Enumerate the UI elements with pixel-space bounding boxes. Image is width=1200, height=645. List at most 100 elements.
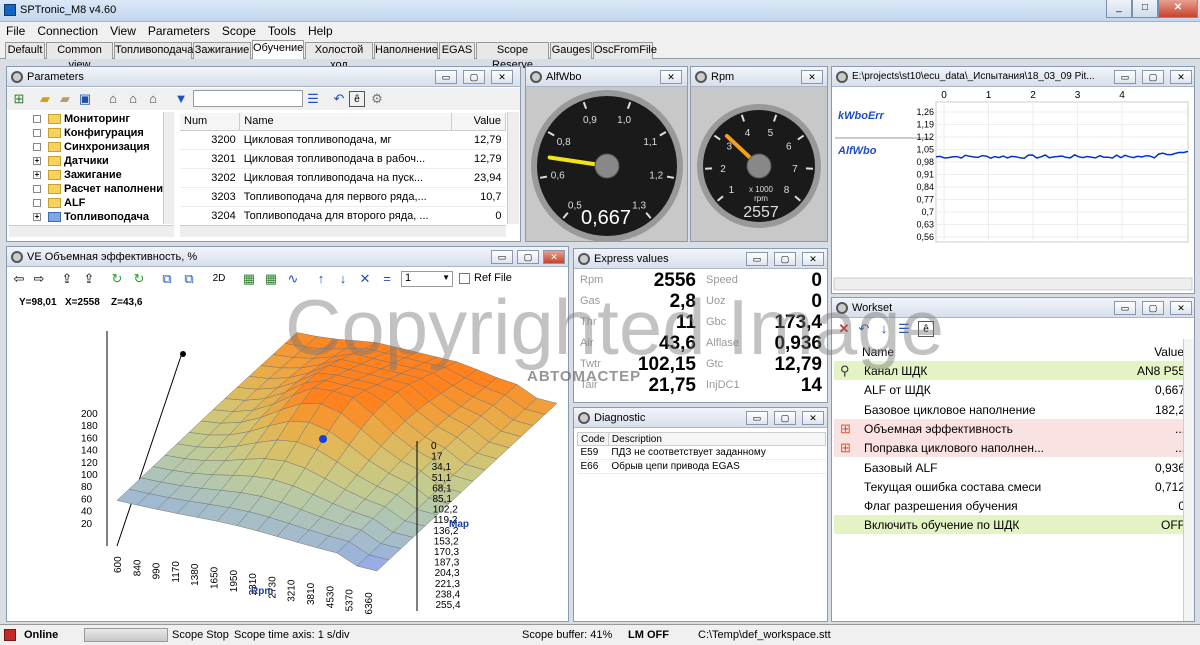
undo-icon[interactable]: ↶ <box>856 321 872 337</box>
folder-icon[interactable]: ▰ <box>57 91 73 107</box>
table-hscrollbar[interactable] <box>180 225 506 237</box>
workset-row[interactable]: ⚲ Канал ШДК AN8 P55 <box>834 361 1191 380</box>
refresh-all-icon[interactable]: ↻ <box>131 271 147 287</box>
open-folder-icon[interactable]: ▰ <box>37 91 53 107</box>
panel-close-button[interactable]: ✕ <box>543 250 565 264</box>
panel-minimize-button[interactable]: ▭ <box>746 411 768 425</box>
2d-button[interactable]: 2D <box>207 271 231 287</box>
tab-egas[interactable]: EGAS <box>439 42 475 59</box>
close-button[interactable]: ✕ <box>1158 0 1198 18</box>
menu-scope[interactable]: Scope <box>216 22 262 38</box>
workset-value[interactable]: 0,712 <box>1155 480 1185 494</box>
table-scrollbar[interactable] <box>507 112 519 224</box>
tree-hscrollbar[interactable] <box>9 225 174 237</box>
panel-maximize-button[interactable]: ▢ <box>463 70 485 84</box>
scope-chart[interactable]: 0 1 2 3 4 1,26 1,19 1,12 1,05 0,98 0,91 0,84 0,77 0,7… <box>832 88 1194 293</box>
menu-parameters[interactable]: Parameters <box>142 22 216 38</box>
multiply-icon[interactable]: ✕ <box>357 271 373 287</box>
workset-value[interactable]: 0,936 <box>1155 461 1185 475</box>
panel-minimize-button[interactable]: ▭ <box>1114 301 1136 315</box>
tree-item[interactable]: Синхронизация <box>9 140 174 154</box>
filter-input[interactable] <box>193 90 303 107</box>
cell-value[interactable]: 10,7 <box>451 187 506 207</box>
list-icon[interactable]: ☰ <box>896 321 912 337</box>
panel-maximize-button[interactable]: ▢ <box>1142 301 1164 315</box>
workset-value[interactable]: 182,2 <box>1155 403 1185 417</box>
curve-icon[interactable]: ∿ <box>285 271 301 287</box>
panel-maximize-button[interactable]: ▢ <box>774 252 796 266</box>
settings-icon[interactable]: ⚙ <box>369 91 385 107</box>
device-icon[interactable]: ⌂ <box>145 91 161 107</box>
tree-item[interactable]: + Зажигание <box>9 168 174 182</box>
tree-expander[interactable]: + <box>33 171 41 179</box>
undo-icon[interactable]: ↶ <box>331 91 347 107</box>
tab-common-view[interactable]: Common view <box>46 42 113 71</box>
panel-close-button[interactable]: ✕ <box>802 252 824 266</box>
arrow-left-icon[interactable]: ⇦ <box>11 271 27 287</box>
table-row[interactable]: 3201 Цикловая топливоподача в рабоч... 12,… <box>180 149 506 169</box>
tab-idle[interactable]: Холостой ход <box>305 42 373 71</box>
add-icon[interactable]: ⊞ <box>11 91 27 107</box>
tree-item[interactable]: Мониторинг <box>9 112 174 126</box>
workset-value[interactable]: OFF <box>1161 518 1185 532</box>
panel-minimize-button[interactable]: ▭ <box>491 250 513 264</box>
workset-row[interactable]: Флаг разрешения обучения 0 <box>834 496 1191 516</box>
tab-oscfromfile[interactable]: OscFromFile <box>593 42 657 59</box>
table-row[interactable]: 3202 Цикловая топливоподача на пуск... 23,… <box>180 168 506 188</box>
paste-icon[interactable]: ⧉ <box>181 271 197 287</box>
tree-expander[interactable]: + <box>33 213 41 221</box>
tree-item[interactable]: Конфигурация <box>9 126 174 140</box>
table-row[interactable]: 3203 Топливоподача для первого ряда,... 10… <box>180 187 506 207</box>
col-header-name[interactable]: Name <box>239 113 453 131</box>
workset-value[interactable]: 0,667 <box>1155 383 1185 397</box>
cell-value[interactable]: 0 <box>451 206 506 226</box>
step-select[interactable]: 1 ▼ <box>401 271 453 287</box>
save-icon[interactable]: ▣ <box>77 91 93 107</box>
arrow-down-icon[interactable]: ↓ <box>335 271 351 287</box>
tree-expander[interactable] <box>33 115 41 123</box>
ref-file-checkbox[interactable] <box>459 273 470 284</box>
table-row[interactable]: E66 Обрыв цепи привода EGAS <box>577 459 826 474</box>
ve-3d-surface[interactable]: 200180160 1401201008060 4020 600 840 990 1170 1… <box>7 291 568 621</box>
menu-file[interactable]: File <box>0 22 31 38</box>
workset-row[interactable]: Включить обучение по ШДК OFF <box>834 515 1191 535</box>
panel-minimize-button[interactable]: ▭ <box>1114 70 1136 84</box>
tree-expander[interactable] <box>33 143 41 151</box>
tree-item[interactable]: + Топливоподача <box>9 210 174 224</box>
panel-minimize-button[interactable]: ▭ <box>435 70 457 84</box>
tree-item[interactable]: ALF <box>9 196 174 210</box>
workset-row[interactable]: ⊞ Поправка циклового наполнен...... <box>834 438 1191 458</box>
minimize-button[interactable]: _ <box>1106 0 1132 18</box>
tab-gauges[interactable]: Gauges <box>550 42 592 59</box>
tab-ignition[interactable]: Зажигание <box>193 42 251 59</box>
device-read-icon[interactable]: ⌂ <box>105 91 121 107</box>
tab-fuel[interactable]: Топливоподача <box>114 42 193 59</box>
chart-icon[interactable]: ▦ <box>241 271 257 287</box>
tree-expander[interactable] <box>33 129 41 137</box>
tab-scope-reserve[interactable]: Scope Reserve <box>476 42 549 71</box>
tree-item[interactable]: Расчет наполнени <box>9 182 174 196</box>
cell-value[interactable]: 12,79 <box>451 130 506 150</box>
col-header-name[interactable]: Name <box>862 345 894 359</box>
device-write-icon[interactable]: ⌂ <box>125 91 141 107</box>
filter-icon[interactable]: ▼ <box>173 91 189 107</box>
col-header-value[interactable]: Value <box>451 113 506 131</box>
tab-learning[interactable]: Обучение <box>252 40 304 59</box>
list-icon[interactable]: ☰ <box>305 91 321 107</box>
table-row[interactable]: 3204 Топливоподача для второго ряда, ... 0 <box>180 206 506 226</box>
export-icon[interactable]: ⇪ <box>59 271 75 287</box>
arrow-up-icon[interactable]: ↑ <box>313 271 329 287</box>
delete-icon[interactable]: ✕ <box>836 321 852 337</box>
tree-expander[interactable] <box>33 185 41 193</box>
refresh-icon[interactable]: ↻ <box>109 271 125 287</box>
e-icon[interactable]: ê <box>918 321 934 337</box>
table-row[interactable]: 3200 Цикловая топливоподача, мг 12,79 <box>180 130 506 150</box>
tab-default[interactable]: Default <box>5 42 45 59</box>
workset-row[interactable]: Текущая ошибка состава смеси 0,712 <box>834 476 1191 496</box>
panel-close-button[interactable]: ✕ <box>1170 70 1192 84</box>
workset-value[interactable]: AN8 P55 <box>1137 364 1185 378</box>
equals-icon[interactable]: = <box>379 271 395 287</box>
tree-expander[interactable] <box>33 199 41 207</box>
panel-close-button[interactable]: ✕ <box>801 70 823 84</box>
cell-value[interactable]: 23,94 <box>451 168 506 188</box>
